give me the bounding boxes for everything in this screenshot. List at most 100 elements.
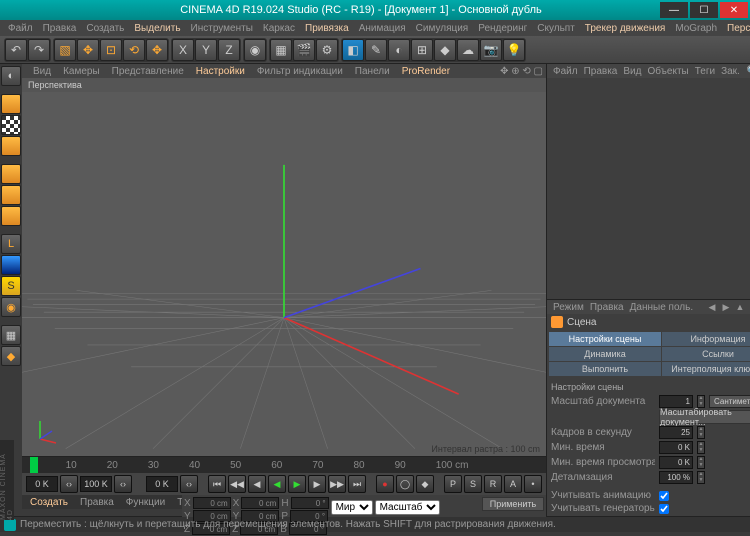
attr-fwd-icon[interactable]: ▶ [720,301,732,313]
menu-select[interactable]: Выделить [130,22,184,35]
nurbs-button[interactable]: ◐ [388,39,410,61]
tab-refs[interactable]: Ссылки [662,347,750,361]
move-tool[interactable]: ✥ [77,39,99,61]
vp-display-menu[interactable]: Представление [109,66,187,77]
rotate-tool[interactable]: ⟲ [123,39,145,61]
attr-edit-menu[interactable]: Правка [590,302,624,313]
menu-mograph[interactable]: MoGraph [671,22,721,35]
tab-execute[interactable]: Выполнить [549,362,661,376]
undo-button[interactable]: ↶ [5,39,27,61]
vp-filter-menu[interactable]: Фильтр индикации [254,66,346,77]
render-picture-button[interactable]: 🎬 [293,39,315,61]
make-editable-icon[interactable]: ◐ [1,66,21,86]
mat-edit-tab[interactable]: Правка [76,497,118,508]
tweak-mode-icon[interactable] [1,255,21,275]
menu-animation[interactable]: Анимация [355,22,410,35]
spinner-icon[interactable]: ‹› [60,475,78,493]
spinner-icon[interactable]: ▲▼ [697,426,705,439]
scene-object-row[interactable]: Сцена [547,314,750,330]
vp-prorender-menu[interactable]: ProRender [399,66,453,77]
spinner-icon[interactable]: ‹› [180,475,198,493]
fps-input[interactable] [659,426,693,439]
vp-nav-icons[interactable]: ✥ ⊕ ⟲ ▢ [497,66,546,77]
vp-view-menu[interactable]: Вид [30,66,54,77]
next-frame-button[interactable]: ▶ [308,475,326,493]
camera-button[interactable]: 📷 [480,39,502,61]
axis-mode-icon[interactable]: L [1,234,21,254]
spinner-icon[interactable]: ▲▼ [697,456,705,469]
gen-checkbox[interactable] [659,504,669,514]
close-button[interactable]: ✕ [720,2,748,18]
snap-toggle-icon[interactable]: S [1,276,21,296]
menu-sculpt[interactable]: Скульпт [533,22,579,35]
pla-key-icon[interactable]: • [524,475,542,493]
menu-character[interactable]: Перс [723,22,750,35]
tab-scene-settings[interactable]: Настройки сцены [549,332,661,346]
select-tool[interactable]: ▧ [54,39,76,61]
scale-document-button[interactable]: Масштабировать документ... [659,410,750,424]
anim-checkbox[interactable] [659,491,669,501]
tab-info[interactable]: Информация [662,332,750,346]
workplane-icon[interactable]: ◉ [1,297,21,317]
keyframe-sel-button[interactable]: ◆ [416,475,434,493]
attr-back-icon[interactable]: ◀ [706,301,718,313]
maximize-button[interactable]: ☐ [690,2,718,18]
scale-tool[interactable]: ⊡ [100,39,122,61]
vp-cameras-menu[interactable]: Камеры [60,66,103,77]
attr-userdata-menu[interactable]: Данные поль. [630,302,694,313]
spinner-icon[interactable]: ▲▼ [697,471,705,484]
menu-tracker[interactable]: Трекер движения [581,22,670,35]
vp-options-menu[interactable]: Настройки [193,66,248,77]
om-view-menu[interactable]: Вид [623,66,641,77]
record-button[interactable]: ● [376,475,394,493]
mat-create-tab[interactable]: Создать [26,497,72,508]
poly-mode-icon[interactable] [1,206,21,226]
texture-mode-icon[interactable] [1,115,21,135]
viewport-3d[interactable]: Интервал растра : 100 cm [22,92,546,456]
menu-file[interactable]: Файл [4,22,37,35]
param-key-icon[interactable]: A [504,475,522,493]
x-axis-toggle[interactable]: X [172,39,194,61]
redo-button[interactable]: ↷ [28,39,50,61]
pos-key-icon[interactable]: P [444,475,462,493]
deformer-button[interactable]: ◆ [434,39,456,61]
apply-button[interactable]: Применить [482,497,544,511]
om-objects-menu[interactable]: Объекты [647,66,688,77]
coord-system-button[interactable]: ◉ [244,39,266,61]
prev-key-button[interactable]: ◀◀ [228,475,246,493]
frame-start-input[interactable] [26,476,58,492]
goto-end-button[interactable]: ⏭ [348,475,366,493]
coord-mode-select[interactable]: Мир [331,500,373,515]
edge-mode-icon[interactable] [1,185,21,205]
viewport-solo2-icon[interactable]: ◆ [1,346,21,366]
menu-render[interactable]: Рендеринг [474,22,531,35]
generator-button[interactable]: ⊞ [411,39,433,61]
y-axis-toggle[interactable]: Y [195,39,217,61]
menu-tools[interactable]: Инструменты [187,22,257,35]
minimize-button[interactable]: — [660,2,688,18]
frame-end-input[interactable] [80,476,112,492]
detail-input[interactable] [659,471,693,484]
tab-keyinterp[interactable]: Интерполяция ключей [662,362,750,376]
rot-key-icon[interactable]: R [484,475,502,493]
model-mode-icon[interactable] [1,94,21,114]
om-file-menu[interactable]: Файл [553,66,578,77]
h-rot-input[interactable] [291,497,329,509]
menu-mesh[interactable]: Каркас [259,22,299,35]
scale-key-icon[interactable]: S [464,475,482,493]
lasttool-button[interactable]: ✥ [146,39,168,61]
minview-input[interactable] [659,456,693,469]
tab-dynamics[interactable]: Динамика [549,347,661,361]
environment-button[interactable]: ☁ [457,39,479,61]
play-forward-button[interactable]: ▶ [288,475,306,493]
z-axis-toggle[interactable]: Z [218,39,240,61]
workplane-mode-icon[interactable] [1,136,21,156]
render-view-button[interactable]: ▦ [270,39,292,61]
point-mode-icon[interactable] [1,164,21,184]
current-frame-input[interactable] [146,476,178,492]
menu-simulation[interactable]: Симуляция [412,22,473,35]
menu-create[interactable]: Создать [82,22,128,35]
menu-edit[interactable]: Правка [39,22,81,35]
next-key-button[interactable]: ▶▶ [328,475,346,493]
light-button[interactable]: 💡 [503,39,525,61]
